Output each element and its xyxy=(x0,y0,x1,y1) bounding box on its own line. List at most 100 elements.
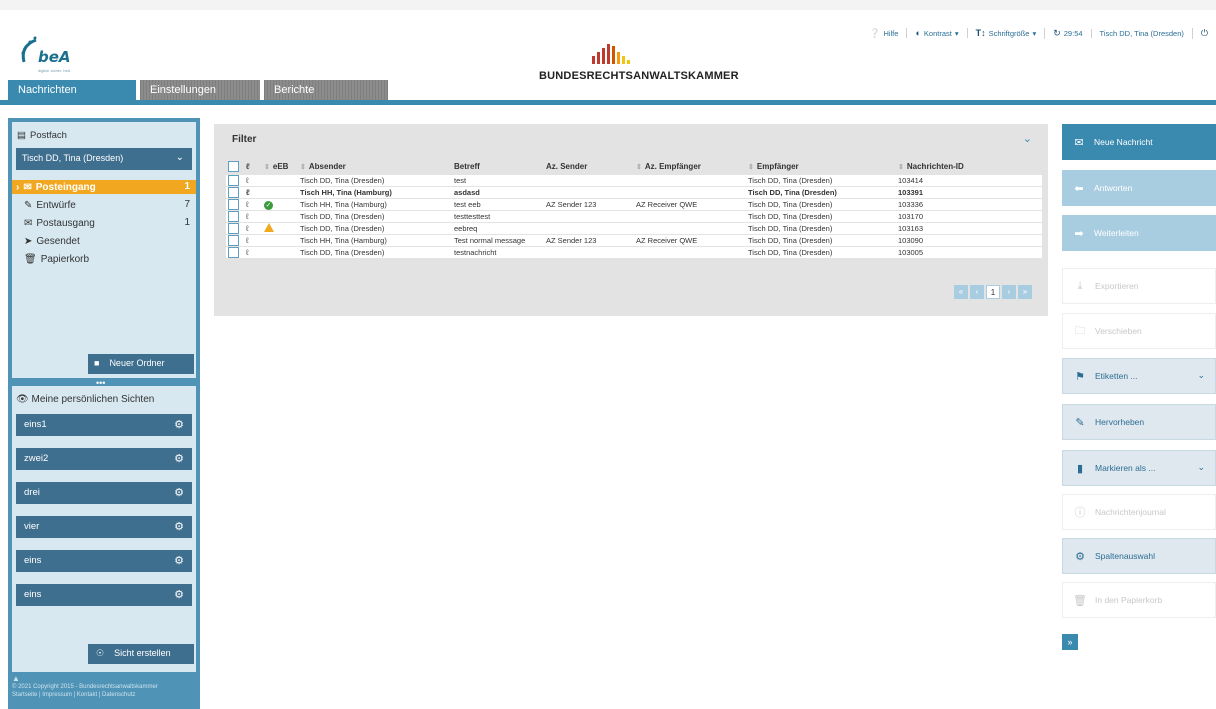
gear-icon[interactable]: ⚙ xyxy=(174,588,184,601)
reply-icon: ⬅ xyxy=(1074,182,1084,195)
gear-icon[interactable]: ⚙ xyxy=(174,486,184,499)
col-betreff[interactable]: Betreff xyxy=(452,157,544,175)
table-row[interactable]: ℓ ✓ Tisch HH, Tina (Hamburg) test eeb AZ Sen… xyxy=(226,198,1042,211)
cell-az-sender: AZ Sender 123 xyxy=(546,200,597,209)
gear-icon[interactable]: ⚙ xyxy=(174,452,184,465)
cell-betreff: asdasd xyxy=(454,188,480,197)
action-antworten-button[interactable]: ⬅ Antworten xyxy=(1062,170,1216,206)
message-list-panel: Filter ⌄ ℓ ⇕ eEB ⇕ Absender Betreff Az. Se… xyxy=(214,124,1048,316)
col-az-sender[interactable]: Az. Sender xyxy=(544,157,634,175)
action-nachrichtenjournal-button[interactable]: ⓘ Nachrichtenjournal xyxy=(1062,494,1216,530)
action-etiketten-button[interactable]: ⚑ Etiketten ... ⌄ xyxy=(1062,358,1216,394)
attachment-icon: ℓ xyxy=(246,224,249,233)
contrast-menu[interactable]: ◐ Kontrast ▾ xyxy=(906,28,966,38)
current-page[interactable]: 1 xyxy=(986,285,1000,299)
action-hervorheben-button[interactable]: ✎ Hervorheben xyxy=(1062,404,1216,440)
view-item[interactable]: vier ⚙ xyxy=(16,516,192,538)
action-label: Hervorheben xyxy=(1095,417,1145,427)
paper-plane-icon: ➤ xyxy=(24,236,33,247)
table-row[interactable]: ℓ Tisch HH, Tina (Hamburg) Test normal mes… xyxy=(226,234,1042,247)
font-size-menu[interactable]: T↕ Schriftgröße ▾ xyxy=(966,28,1045,38)
table-row[interactable]: ℓ Tisch DD, Tina (Dresden) testtesttest Tis… xyxy=(226,210,1042,223)
top-toolbar: ❔ Hilfe ◐ Kontrast ▾ T↕ Schriftgröße ▾ ↻ 29:54… xyxy=(861,24,1216,42)
col-absender[interactable]: ⇕ Absender xyxy=(298,157,452,175)
view-item[interactable]: drei ⚙ xyxy=(16,482,192,504)
row-checkbox[interactable] xyxy=(228,223,239,234)
table-row[interactable]: ℓ Tisch DD, Tina (Dresden) eebreq Tisch DD,… xyxy=(226,222,1042,235)
cell-absender: Tisch DD, Tina (Dresden) xyxy=(300,212,385,221)
folder-posteingang[interactable]: › ✉ Posteingang 1 xyxy=(12,180,196,194)
table-row[interactable]: ℓ Tisch HH, Tina (Hamburg) asdasd Tisch DD,… xyxy=(226,186,1042,199)
action-in-den-papierkorb-button[interactable]: 🗑 In den Papierkorb xyxy=(1062,582,1216,618)
row-checkbox[interactable] xyxy=(228,187,239,198)
tab-einstellungen[interactable]: Einstellungen xyxy=(140,80,260,100)
prev-page-button[interactable]: ‹ xyxy=(970,285,984,299)
home-icon: ▲ xyxy=(12,674,20,683)
help-link[interactable]: ❔ Hilfe xyxy=(861,28,906,39)
folder-gesendet[interactable]: ➤ Gesendet xyxy=(12,234,196,248)
col-empfaenger[interactable]: ⇕ Empfänger xyxy=(746,157,896,175)
action-neue-nachricht-button[interactable]: ✉ Neue Nachricht xyxy=(1062,124,1216,160)
attachment-icon: ℓ xyxy=(246,188,250,197)
action-markieren-als-button[interactable]: ▮ Markieren als ... ⌄ xyxy=(1062,450,1216,486)
folder-papierkorb[interactable]: 🗑 Papierkorb xyxy=(12,252,196,266)
view-item[interactable]: zwei2 ⚙ xyxy=(16,448,192,470)
logout-button[interactable]: ⏻ xyxy=(1191,27,1216,39)
row-checkbox[interactable] xyxy=(228,235,239,246)
logo-subtext: digital. sicher. beA xyxy=(38,68,71,73)
next-page-button[interactable]: › xyxy=(1002,285,1016,299)
gear-icon[interactable]: ⚙ xyxy=(174,520,184,533)
action-exportieren-button[interactable]: ⤓ Exportieren xyxy=(1062,268,1216,304)
action-spaltenauswahl-button[interactable]: ⚙ Spaltenauswahl xyxy=(1062,538,1216,574)
action-verschieben-button[interactable]: 🗀 Verschieben xyxy=(1062,313,1216,349)
sort-icon: ⇕ xyxy=(636,163,642,171)
table-row[interactable]: ℓ Tisch DD, Tina (Dresden) testnachricht Ti… xyxy=(226,246,1042,259)
view-label: eins xyxy=(24,589,42,600)
action-label: Antworten xyxy=(1094,183,1133,193)
postfach-select[interactable]: Tisch DD, Tina (Dresden) ⌄ xyxy=(16,148,192,170)
sort-icon: ⇕ xyxy=(300,163,306,171)
last-page-button[interactable]: » xyxy=(1018,285,1032,299)
cell-betreff: testtesttest xyxy=(454,212,491,221)
action-weiterleiten-button[interactable]: ➡ Weiterleiten xyxy=(1062,215,1216,251)
tab-nachrichten[interactable]: Nachrichten xyxy=(8,80,136,100)
row-checkbox[interactable] xyxy=(228,199,239,210)
sort-icon: ⇕ xyxy=(748,163,754,171)
folder-entwuerfe[interactable]: ✎ Entwürfe 7 xyxy=(12,198,196,212)
create-view-button[interactable]: ☉ Sicht erstellen xyxy=(88,644,194,664)
col-az-empfaenger[interactable]: ⇕ Az. Empfänger xyxy=(634,157,746,175)
cell-az-empfaenger: AZ Receiver QWE xyxy=(636,200,698,209)
tab-berichte[interactable]: Berichte xyxy=(264,80,388,100)
cell-betreff: test xyxy=(454,176,467,185)
view-item[interactable]: eins1 ⚙ xyxy=(16,414,192,436)
cell-absender: Tisch DD, Tina (Dresden) xyxy=(300,248,385,257)
gear-icon[interactable]: ⚙ xyxy=(174,418,184,431)
folder-postausgang[interactable]: ✉ Postausgang 1 xyxy=(12,216,196,230)
filter-toggle[interactable]: Filter xyxy=(232,134,256,145)
cell-empfaenger: Tisch DD, Tina (Dresden) xyxy=(748,236,833,245)
gear-icon[interactable]: ⚙ xyxy=(174,554,184,567)
view-item[interactable]: eins ⚙ xyxy=(16,584,192,606)
col-eeb[interactable]: ⇕ eEB xyxy=(262,157,298,175)
row-checkbox[interactable] xyxy=(228,211,239,222)
row-checkbox[interactable] xyxy=(228,247,239,258)
cell-betreff: test eeb xyxy=(454,200,481,209)
footer-links[interactable]: Startseite | Impressum | Kontakt | Daten… xyxy=(12,691,196,699)
session-timer-label: 29:54 xyxy=(1063,28,1083,38)
row-checkbox[interactable] xyxy=(228,175,239,186)
new-folder-button[interactable]: ■ Neuer Ordner xyxy=(88,354,194,374)
cell-empfaenger: Tisch DD, Tina (Dresden) xyxy=(748,200,833,209)
chevron-right-icon: › xyxy=(16,182,20,193)
col-nachrichten-id[interactable]: ⇕ Nachrichten-ID xyxy=(896,157,1042,175)
select-all-checkbox[interactable] xyxy=(228,160,239,172)
cell-absender: Tisch DD, Tina (Dresden) xyxy=(300,224,385,233)
table-row[interactable]: ℓ Tisch DD, Tina (Dresden) test Tisch DD, T… xyxy=(226,175,1042,187)
first-page-button[interactable]: « xyxy=(954,285,968,299)
expand-actions-button[interactable]: » xyxy=(1062,634,1078,650)
envelope-open-icon: ✉ xyxy=(24,218,33,229)
view-item[interactable]: eins ⚙ xyxy=(16,550,192,572)
views-title: 👁 Meine persönlichen Sichten xyxy=(16,394,154,405)
chevron-down-icon[interactable]: ⌄ xyxy=(1023,132,1032,145)
action-label: Markieren als ... xyxy=(1095,463,1156,473)
session-timer[interactable]: ↻ 29:54 xyxy=(1044,27,1090,39)
